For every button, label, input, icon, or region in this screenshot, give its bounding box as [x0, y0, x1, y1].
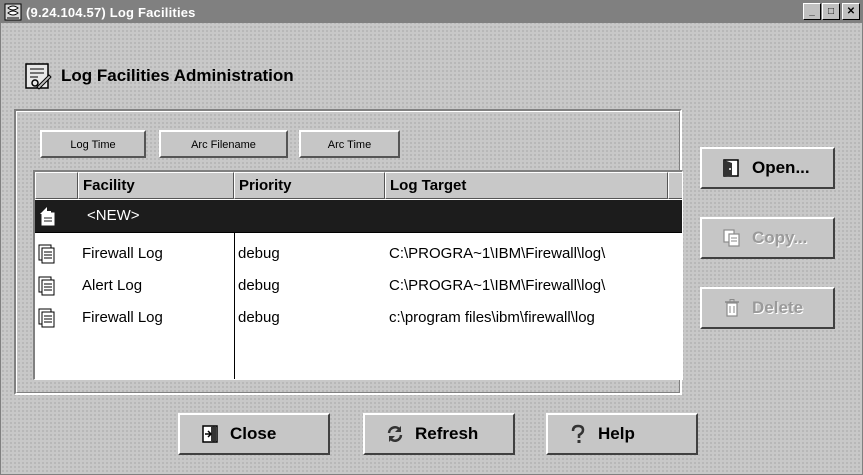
log-target-cell: C:\PROGRA~1\IBM\Firewall\log\: [389, 245, 606, 262]
copy-button[interactable]: Copy...: [700, 217, 835, 259]
copy-icon: [723, 229, 740, 247]
table-row[interactable]: Firewall Log debug C:\PROGRA~1\IBM\Firew…: [35, 238, 682, 270]
priority-cell: debug: [238, 277, 280, 294]
new-row-label: <NEW>: [87, 207, 140, 224]
log-facilities-table[interactable]: Facility Priority Log Target <NEW> Firew…: [33, 170, 683, 380]
trash-icon: [725, 299, 739, 317]
facility-cell: Alert Log: [82, 277, 143, 294]
help-icon: [571, 424, 585, 443]
facility-cell: Firewall Log: [82, 309, 163, 326]
refresh-button-label: Refresh: [415, 424, 479, 443]
door-close-icon: [202, 425, 218, 443]
new-row-separator: [35, 232, 682, 233]
log-file-icon: [38, 308, 55, 328]
sort-arc-filename-button[interactable]: Arc Filename: [159, 130, 288, 158]
close-button-label: Close: [230, 424, 277, 443]
priority-cell: debug: [238, 245, 280, 262]
priority-cell: debug: [238, 309, 280, 326]
open-icon: [723, 159, 739, 177]
log-list-frame-inner: Log Time Arc Filename Arc Time Facility …: [16, 111, 683, 393]
app-icon: [4, 3, 22, 21]
log-file-icon: [38, 276, 55, 296]
refresh-icon: [387, 426, 403, 442]
title-bar[interactable]: (9.24.104.57) Log Facilities _ □ ✕: [1, 1, 862, 23]
close-button[interactable]: Close: [178, 413, 330, 455]
sort-log-time-button[interactable]: Log Time: [40, 130, 146, 158]
maximize-button[interactable]: □: [822, 3, 840, 20]
sort-arc-time-button[interactable]: Arc Time: [299, 130, 400, 158]
page-title: Log Facilities Administration: [61, 66, 294, 85]
header-filler: [668, 172, 682, 199]
table-row-new[interactable]: <NEW>: [35, 200, 682, 232]
delete-button[interactable]: Delete: [700, 287, 835, 329]
minimize-button[interactable]: _: [803, 3, 821, 20]
table-row[interactable]: Alert Log debug C:\PROGRA~1\IBM\Firewall…: [35, 270, 682, 302]
table-row[interactable]: Firewall Log debug c:\program files\ibm\…: [35, 302, 682, 334]
window-controls: _ □ ✕: [802, 3, 860, 20]
page-header: Log Facilities Administration: [23, 57, 294, 95]
header-facility[interactable]: Facility: [78, 172, 234, 199]
delete-button-label: Delete: [752, 298, 804, 317]
table-header: Facility Priority Log Target: [35, 172, 682, 199]
log-list-frame: Log Time Arc Filename Arc Time Facility …: [14, 109, 683, 395]
facility-cell: Firewall Log: [82, 245, 163, 262]
log-target-cell: c:\program files\ibm\firewall\log: [389, 309, 595, 326]
refresh-button[interactable]: Refresh: [363, 413, 515, 455]
help-button-label: Help: [598, 424, 635, 443]
log-target-cell: C:\PROGRA~1\IBM\Firewall\log\: [389, 277, 606, 294]
open-button-label: Open...: [752, 158, 810, 177]
header-priority[interactable]: Priority: [234, 172, 385, 199]
help-button[interactable]: Help: [546, 413, 698, 455]
log-admin-icon: [25, 63, 52, 90]
close-window-button[interactable]: ✕: [842, 3, 860, 20]
copy-button-label: Copy...: [752, 228, 808, 247]
column-divider: [234, 232, 235, 379]
window-title: (9.24.104.57) Log Facilities: [26, 4, 196, 20]
log-facilities-window: (9.24.104.57) Log Facilities _ □ ✕ Log F…: [0, 0, 863, 475]
open-button[interactable]: Open...: [700, 147, 835, 189]
new-entry-icon: [40, 207, 55, 226]
header-log-target[interactable]: Log Target: [385, 172, 668, 199]
log-file-icon: [38, 244, 55, 264]
header-icon-column: [35, 172, 78, 199]
